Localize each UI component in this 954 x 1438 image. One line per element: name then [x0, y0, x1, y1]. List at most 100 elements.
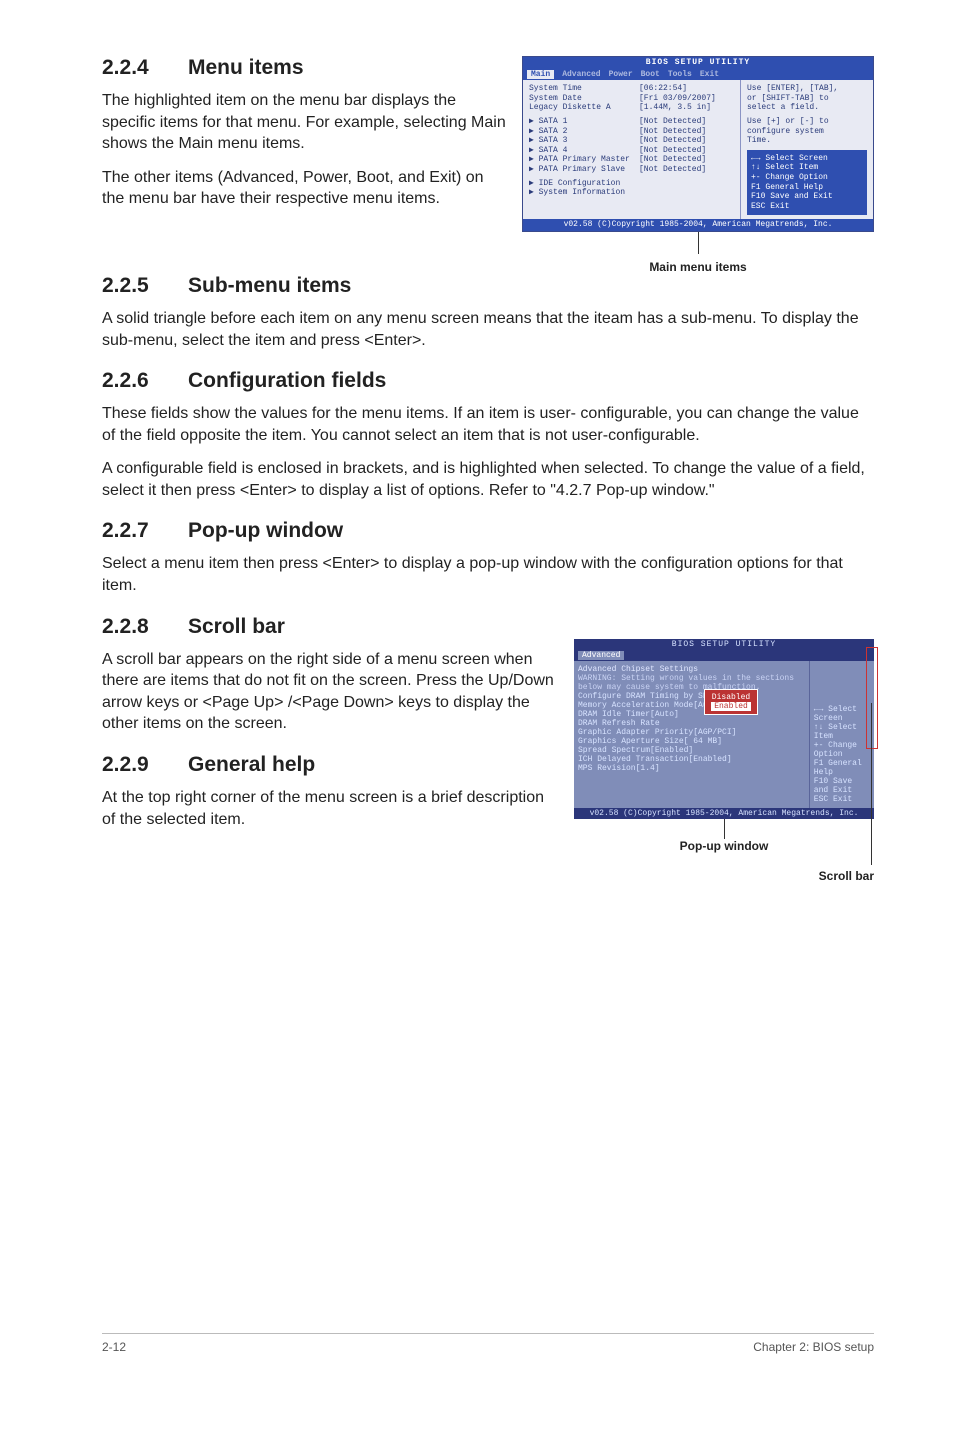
bios2-left: Advanced Chipset Settings WARNING: Setti…: [574, 661, 810, 808]
para-229: At the top right corner of the menu scre…: [102, 787, 558, 830]
bios1-patas-k: ▶ PATA Primary Slave: [529, 165, 639, 175]
bios1-tab-main: Main: [527, 70, 554, 79]
bios1-tab-power: Power: [609, 70, 633, 79]
bios2-key1: ←→ Select Screen: [814, 705, 870, 723]
bios-figure-1: BIOS SETUP UTILITY Main Advanced Power Boot…: [522, 56, 874, 232]
heading-226-title: Configuration fields: [188, 369, 386, 392]
bios1-key1: ←→ Select Screen: [751, 154, 863, 164]
popup-pointer: [724, 819, 725, 839]
bios1-floppy-v: [1.44M, 3.5 in]: [639, 103, 734, 113]
bios1-sata3-k: ▶ SATA 3: [529, 136, 639, 146]
bios2-popup-opt1: Disabled: [711, 693, 751, 702]
footer-right: Chapter 2: BIOS setup: [753, 1340, 874, 1354]
bios1-right: Use [ENTER], [TAB], or [SHIFT-TAB] to se…: [741, 80, 873, 219]
bios2-r2k: Memory Acceleration Mode: [578, 701, 693, 710]
heading-227: 2.2.7Pop-up window: [102, 519, 874, 543]
bios-figure-2-wrap: BIOS SETUP UTILITY Advanced Advanced Chi…: [574, 639, 874, 819]
scroll-bar-highlight: [866, 647, 878, 749]
bios1-key4: F1 General Help: [751, 183, 863, 193]
bios2-r9k: MPS Revision: [578, 764, 636, 773]
para-226a: These fields show the values for the men…: [102, 403, 874, 446]
bios1-sata1-v: [Not Detected]: [639, 117, 734, 127]
bios2-r8v: [Enabled]: [688, 755, 731, 764]
bios2-r6k: Graphics Aperture Size: [578, 737, 684, 746]
bios2-key3: +- Change Option: [814, 741, 870, 759]
bios1-help-l4: Use [+] or [-] to: [747, 117, 867, 127]
bios2-titlebar: BIOS SETUP UTILITY: [574, 639, 874, 650]
fig2-caption-popup: Pop-up window: [574, 839, 874, 853]
bios1-patas-v: [Not Detected]: [639, 165, 734, 175]
heading-229-num: 2.2.9: [102, 753, 188, 777]
bios1-key5: F10 Save and Exit: [751, 192, 863, 202]
bios1-left: System Time[06:22:54] System Date[Fri 03…: [523, 80, 741, 219]
fig2-caption-scroll: Scroll bar: [574, 869, 874, 883]
para-226b: A configurable field is enclosed in brac…: [102, 458, 874, 501]
bios2-r5k: Graphic Adapter Priority: [578, 728, 693, 737]
heading-225-num: 2.2.5: [102, 274, 188, 298]
bios2-right: ←→ Select Screen ↑↓ Select Item +- Chang…: [810, 661, 874, 808]
bios2-r9v: [1.4]: [636, 764, 660, 773]
bios2-key5: F10 Save and Exit: [814, 777, 870, 795]
bios1-foot: v02.58 (C)Copyright 1985-2004, American …: [523, 219, 873, 231]
para-225: A solid triangle before each item on any…: [102, 308, 874, 351]
heading-229: 2.2.9General help: [102, 753, 558, 777]
bios1-tab-tools: Tools: [668, 70, 692, 79]
bios1-sata1-k: ▶ SATA 1: [529, 117, 639, 127]
bios1-floppy-k: Legacy Diskette A: [529, 103, 639, 113]
bios2-r4k: DRAM Refresh Rate: [578, 719, 660, 728]
heading-225-title: Sub-menu items: [188, 274, 351, 297]
bios2-warn: WARNING: Setting wrong values in the sec…: [578, 674, 805, 692]
bios1-help-l2: or [SHIFT-TAB] to: [747, 94, 867, 104]
bios1-date-k: System Date: [529, 94, 639, 104]
bios1-sata3-v: [Not Detected]: [639, 136, 734, 146]
bios1-key3: +- Change Option: [751, 173, 863, 183]
para-224a: The highlighted item on the menu bar dis…: [102, 90, 506, 155]
para-224b: The other items (Advanced, Power, Boot, …: [102, 167, 506, 210]
bios1-patam-v: [Not Detected]: [639, 155, 734, 165]
bios2-r8k: ICH Delayed Transaction: [578, 755, 688, 764]
heading-228-num: 2.2.8: [102, 615, 188, 639]
bios2-tabs: Advanced: [574, 650, 874, 661]
bios1-tabs: Main Advanced Power Boot Tools Exit: [523, 69, 873, 81]
bios1-ide-k: ▶ IDE Configuration: [529, 179, 639, 189]
bios1-key2: ↑↓ Select Item: [751, 163, 863, 173]
bios1-titlebar: BIOS SETUP UTILITY: [523, 57, 873, 69]
page-footer: 2-12 Chapter 2: BIOS setup: [102, 1333, 874, 1354]
bios2-key2: ↑↓ Select Item: [814, 723, 870, 741]
bios1-tab-advanced: Advanced: [562, 70, 600, 79]
bios1-help-l6: Time.: [747, 136, 867, 146]
heading-226-num: 2.2.6: [102, 369, 188, 393]
fig1-pointer: [698, 232, 699, 254]
bios-figure-2: BIOS SETUP UTILITY Advanced Advanced Chi…: [574, 639, 874, 819]
bios1-sysinfo-k: ▶ System Information: [529, 188, 639, 198]
bios2-foot: v02.58 (C)Copyright 1985-2004, American …: [574, 808, 874, 819]
heading-224-num: 2.2.4: [102, 56, 188, 80]
bios2-popup-opt2: Enabled: [711, 702, 751, 711]
scroll-pointer: [871, 703, 872, 865]
bios1-key6: ESC Exit: [751, 202, 863, 212]
bios1-help-l3: select a field.: [747, 103, 867, 113]
bios2-r7k: Spread Spectrum: [578, 746, 650, 755]
fig1-caption: Main menu items: [522, 260, 874, 274]
bios1-date-v: [Fri 03/09/2007]: [639, 94, 734, 104]
bios1-sata2-k: ▶ SATA 2: [529, 127, 639, 137]
bios1-patam-k: ▶ PATA Primary Master: [529, 155, 639, 165]
bios2-r3v: [Auto]: [650, 710, 679, 719]
heading-228: 2.2.8Scroll bar: [102, 615, 558, 639]
para-227: Select a menu item then press <Enter> to…: [102, 553, 874, 596]
bios1-tab-boot: Boot: [641, 70, 660, 79]
heading-224-title: Menu items: [188, 56, 304, 79]
heading-224: 2.2.4Menu items: [102, 56, 506, 80]
heading-227-num: 2.2.7: [102, 519, 188, 543]
bios1-sata4-v: [Not Detected]: [639, 146, 734, 156]
heading-225: 2.2.5Sub-menu items: [102, 274, 874, 298]
bios1-tab-exit: Exit: [700, 70, 719, 79]
heading-226: 2.2.6Configuration fields: [102, 369, 874, 393]
heading-227-title: Pop-up window: [188, 519, 343, 542]
bios2-r6v: [ 64 MB]: [684, 737, 722, 746]
heading-229-title: General help: [188, 753, 315, 776]
bios1-sata4-k: ▶ SATA 4: [529, 146, 639, 156]
bios2-header: Advanced Chipset Settings: [578, 665, 805, 674]
bios2-popup: Disabled Enabled: [704, 689, 758, 715]
bios2-r1k: Configure DRAM Timing by SPD: [578, 692, 712, 701]
